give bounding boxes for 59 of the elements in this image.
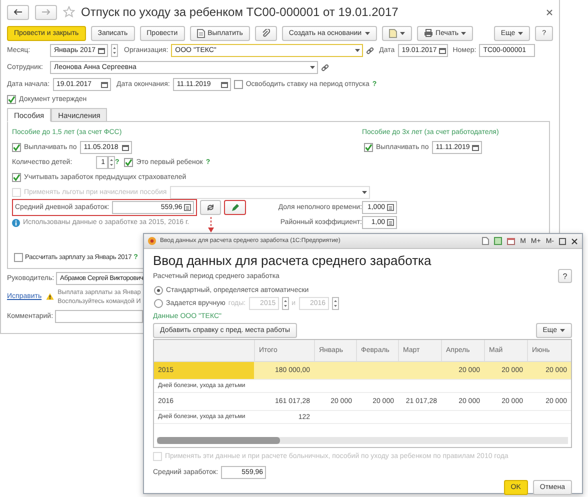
- radio-button[interactable]: [154, 286, 163, 295]
- radio-button[interactable]: [154, 299, 163, 308]
- calendar-icon[interactable]: [507, 237, 516, 245]
- caret-icon: [461, 32, 466, 34]
- star-icon[interactable]: [63, 6, 75, 18]
- caret-icon: [362, 191, 367, 194]
- caret-icon: [518, 32, 524, 34]
- checkbox[interactable]: [12, 143, 21, 152]
- link-icon: [321, 64, 329, 72]
- spin-icon[interactable]: [108, 156, 115, 169]
- close-icon[interactable]: [571, 238, 578, 244]
- spin-icon[interactable]: [111, 44, 118, 57]
- arrow-right-icon: [42, 9, 50, 15]
- checkbox[interactable]: [12, 173, 21, 182]
- dropdown-field[interactable]: [170, 186, 370, 199]
- document-icon[interactable]: [482, 237, 490, 245]
- warning-icon: [46, 293, 54, 300]
- spin-icon[interactable]: [282, 297, 289, 310]
- maximize-icon[interactable]: [559, 238, 566, 244]
- document-icon: [196, 28, 205, 38]
- link-icon: [366, 46, 374, 54]
- dashed-arrow: [207, 217, 215, 233]
- edit-button[interactable]: [224, 200, 246, 215]
- checkbox[interactable]: [124, 158, 134, 167]
- refresh-button[interactable]: [200, 200, 222, 215]
- calendar-icon: [220, 81, 228, 88]
- calendar-icon: [98, 47, 105, 54]
- paperclip-icon: [262, 29, 270, 37]
- checkbox[interactable]: [7, 94, 16, 104]
- app-icon: [148, 237, 156, 245]
- calendar-icon: [472, 144, 479, 151]
- close-icon[interactable]: [546, 8, 553, 16]
- caret-icon: [364, 32, 370, 34]
- comment-field[interactable]: [55, 310, 144, 322]
- window-title: Отпуск по уходу за ребенком ТС00-000001 от 19.01.2017: [81, 5, 398, 19]
- checkbox[interactable]: [364, 143, 373, 152]
- calendar-icon: [100, 81, 108, 88]
- caret-icon: [355, 49, 360, 52]
- spin-icon[interactable]: [332, 297, 339, 310]
- refresh-icon: [207, 204, 214, 211]
- help-button[interactable]: ?: [558, 269, 572, 283]
- arrow-left-icon: [14, 9, 22, 15]
- attach-button[interactable]: [254, 26, 277, 40]
- calendar-icon: [438, 47, 446, 54]
- forward-button[interactable]: [35, 4, 57, 20]
- dialog-heading: Ввод данных для расчета среднего заработка: [153, 253, 432, 268]
- caret-icon: [310, 66, 315, 69]
- checkbox[interactable]: [234, 80, 243, 89]
- caret-icon: [560, 328, 565, 332]
- printer-icon: [424, 29, 433, 37]
- caret-icon: [400, 32, 405, 34]
- calendar-icon: [122, 144, 129, 151]
- pencil-icon: [231, 204, 240, 212]
- checkbox[interactable]: [14, 252, 23, 262]
- back-button[interactable]: [7, 4, 29, 20]
- document-icon: [388, 28, 397, 38]
- info-icon: [12, 218, 20, 226]
- horizontal-scrollbar[interactable]: [157, 437, 568, 444]
- document-menu-button[interactable]: [382, 26, 412, 40]
